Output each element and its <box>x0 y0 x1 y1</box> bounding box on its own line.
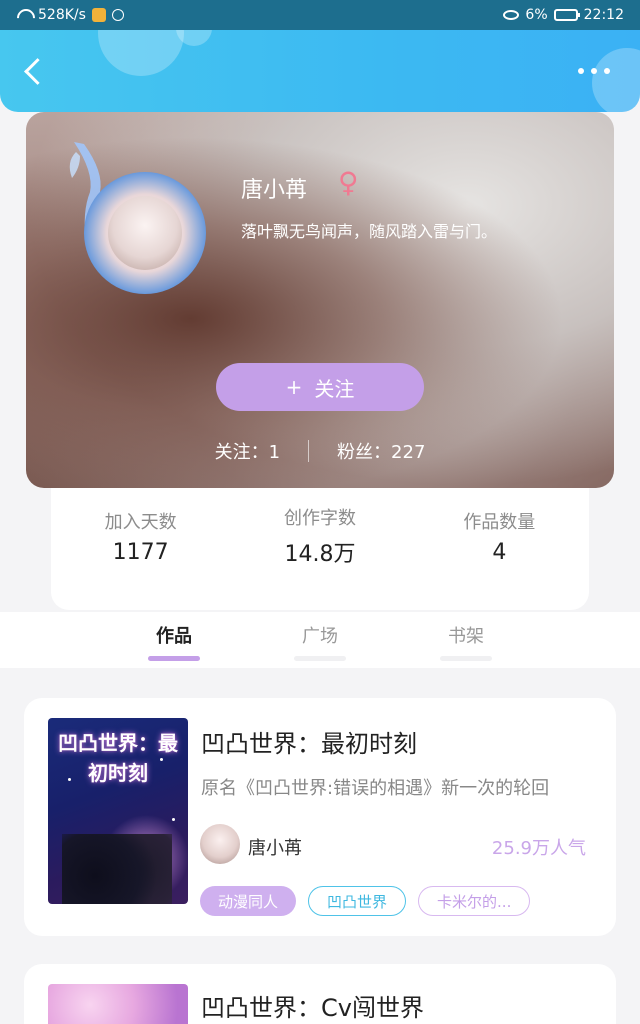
stat-value: 14.8万 <box>284 542 356 567</box>
wifi-icon <box>16 9 32 21</box>
divider <box>308 440 310 462</box>
fans-count[interactable]: 粉丝：227 <box>337 438 425 464</box>
stat-works-count: 作品数量 4 <box>410 488 589 610</box>
battery-percent: 6% <box>525 7 548 23</box>
cover-title: 凹凸世界：最初时刻 <box>58 731 178 785</box>
stat-word-count: 创作字数 14.8万 <box>230 488 409 610</box>
battery-icon <box>553 9 580 21</box>
book-title[interactable]: 凹凸世界：最初时刻 <box>201 724 417 759</box>
back-icon[interactable] <box>22 60 46 84</box>
eye-icon <box>503 10 520 20</box>
user-motto: 落叶飘无鸟闻声，随风踏入雷与门。 <box>241 222 498 241</box>
following-count[interactable]: 关注：1 <box>215 438 280 464</box>
book-title[interactable]: 凹凸世界：Cv闯世界 <box>201 988 424 1023</box>
tab-works[interactable]: 作品 <box>101 612 247 668</box>
user-name: 唐小苒 <box>241 178 308 203</box>
stats-panel: 加入天数 1177 创作字数 14.8万 作品数量 4 <box>51 488 589 610</box>
notification-icon <box>91 8 106 22</box>
plus-icon: + <box>285 375 303 399</box>
avatar[interactable] <box>64 132 214 302</box>
book-cover[interactable]: 凹凸世界：最初时刻 <box>48 718 188 904</box>
alert-icon <box>111 9 124 21</box>
stat-label: 作品数量 <box>463 511 536 533</box>
stat-value: 4 <box>492 539 507 565</box>
header-bar <box>0 30 640 112</box>
tab-plaza[interactable]: 广场 <box>247 612 393 668</box>
book-card[interactable]: 凹凸世界：最初时刻 凹凸世界：最初时刻 原名《凹凸世界:错误的相遇》新一次的轮回… <box>24 698 616 936</box>
network-speed: 528K/s <box>38 7 86 23</box>
book-cover[interactable] <box>48 984 188 1024</box>
author-name[interactable]: 唐小苒 <box>248 834 302 860</box>
tag-list: 动漫同人 凹凸世界 卡米尔的... <box>200 886 531 916</box>
popularity: 25.9万人气 <box>491 838 586 859</box>
book-card[interactable]: 凹凸世界：Cv闯世界 <box>24 964 616 1024</box>
stat-value: 1177 <box>112 539 169 565</box>
follow-counts: 关注：1 粉丝：227 <box>26 438 614 464</box>
clock: 22:12 <box>583 7 624 23</box>
tag-anime[interactable]: 动漫同人 <box>200 886 297 916</box>
stat-join-days: 加入天数 1177 <box>51 488 230 610</box>
profile-card: 唐小苒 ♀ 落叶飘无鸟闻声，随风踏入雷与门。 + 关注 关注：1 粉丝：227 <box>26 112 614 488</box>
author-avatar[interactable] <box>200 824 240 864</box>
tag-camille[interactable]: 卡米尔的... <box>418 886 531 916</box>
tab-bar: 作品 广场 书架 <box>0 612 640 668</box>
follow-label: 关注 <box>314 376 355 401</box>
stat-label: 加入天数 <box>104 511 177 533</box>
tab-bookshelf[interactable]: 书架 <box>393 612 539 668</box>
book-description: 原名《凹凸世界:错误的相遇》新一次的轮回 <box>201 778 550 799</box>
female-icon: ♀ <box>338 166 359 199</box>
status-bar: 528K/s 6% 22:12 <box>0 0 640 30</box>
stat-label: 创作字数 <box>283 508 356 529</box>
more-icon[interactable] <box>578 68 610 76</box>
follow-button[interactable]: + 关注 <box>216 363 424 411</box>
tag-aotu-world[interactable]: 凹凸世界 <box>308 886 407 916</box>
